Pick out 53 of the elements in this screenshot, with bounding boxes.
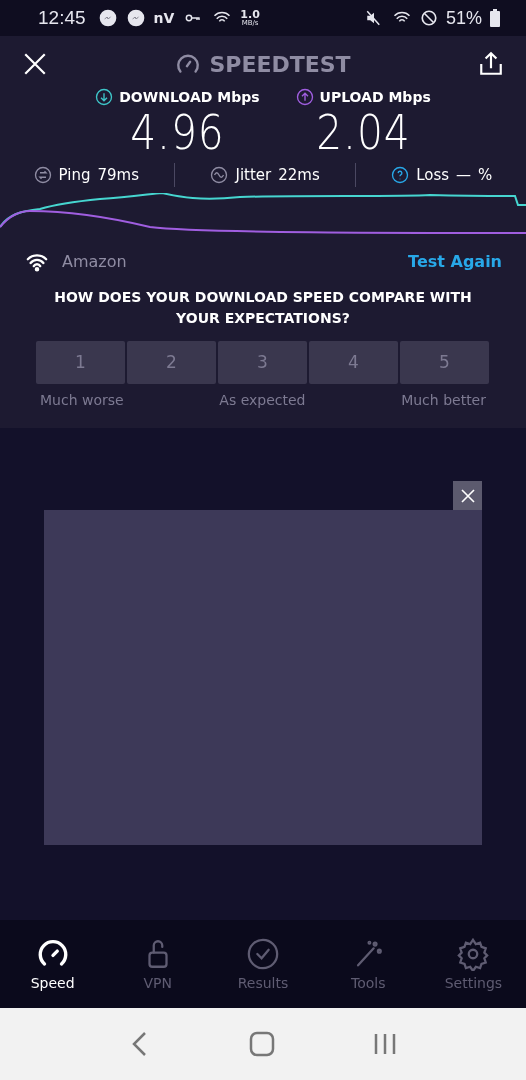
rating-option[interactable]: 1 <box>36 340 125 384</box>
ad-close-button[interactable] <box>453 481 482 510</box>
clock: 12:45 <box>38 7 86 29</box>
close-icon <box>22 51 48 77</box>
close-button[interactable] <box>22 51 48 77</box>
help-icon <box>391 165 410 184</box>
ping-icon <box>33 165 52 184</box>
close-icon <box>459 487 476 504</box>
scale-label: As expected <box>219 391 306 408</box>
scale-label: Much worse <box>40 391 124 408</box>
settings-icon <box>456 937 491 971</box>
app-indicator: nV <box>153 10 175 26</box>
network-speed: 1.0 <box>240 9 260 20</box>
battery-icon <box>490 9 500 27</box>
share-icon <box>478 51 504 77</box>
rating-option[interactable]: 2 <box>127 340 216 384</box>
metric-value: 22ms <box>278 165 320 184</box>
network-name: Amazon <box>62 252 128 272</box>
nav-tab[interactable]: VPN <box>105 920 211 1008</box>
speed-value: 2.04 <box>316 106 411 159</box>
speed-value: 4.96 <box>130 106 225 159</box>
blocked-icon <box>419 9 438 27</box>
scale-label: Much better <box>401 391 486 408</box>
metric-label: Loss <box>416 165 450 184</box>
battery-level: 51% <box>445 7 482 29</box>
nav-tab[interactable]: Results <box>210 920 316 1008</box>
rating-option[interactable]: 4 <box>309 340 398 384</box>
recent-apps-icon <box>373 1032 397 1056</box>
test-again-link[interactable]: Test Again <box>408 252 502 272</box>
metric-value: 79ms <box>97 165 140 184</box>
metric-label: Ping <box>58 165 91 184</box>
metric-value: — <box>456 165 472 184</box>
survey-question: HOW DOES YOUR DOWNLOAD SPEED COMPARE WITH YOUR EXPECTATIONS? <box>53 287 473 328</box>
home-icon <box>249 1031 275 1057</box>
result-label: DOWNLOAD Mbps <box>119 89 260 105</box>
share-button[interactable] <box>478 51 504 77</box>
nav-tab[interactable]: Settings <box>420 920 526 1008</box>
result-label: UPLOAD Mbps <box>319 89 431 105</box>
rating-option[interactable]: 5 <box>400 340 489 384</box>
wave-icon <box>210 165 229 184</box>
check-circle-icon <box>246 937 280 971</box>
download-icon <box>95 88 114 106</box>
metric-unit: % <box>478 165 493 184</box>
nav-tab[interactable]: Speed <box>0 920 106 1008</box>
nav-tab[interactable]: Tools <box>315 920 421 1008</box>
app-title: SPEEDTEST <box>209 51 351 77</box>
home-button[interactable] <box>249 1031 275 1057</box>
rating-option[interactable]: 3 <box>218 340 307 384</box>
upload-icon <box>295 88 314 106</box>
metric-label: Jitter <box>235 165 272 184</box>
messenger-icon <box>97 8 118 28</box>
messenger-icon <box>125 8 146 28</box>
recent-apps-button[interactable] <box>373 1032 397 1056</box>
